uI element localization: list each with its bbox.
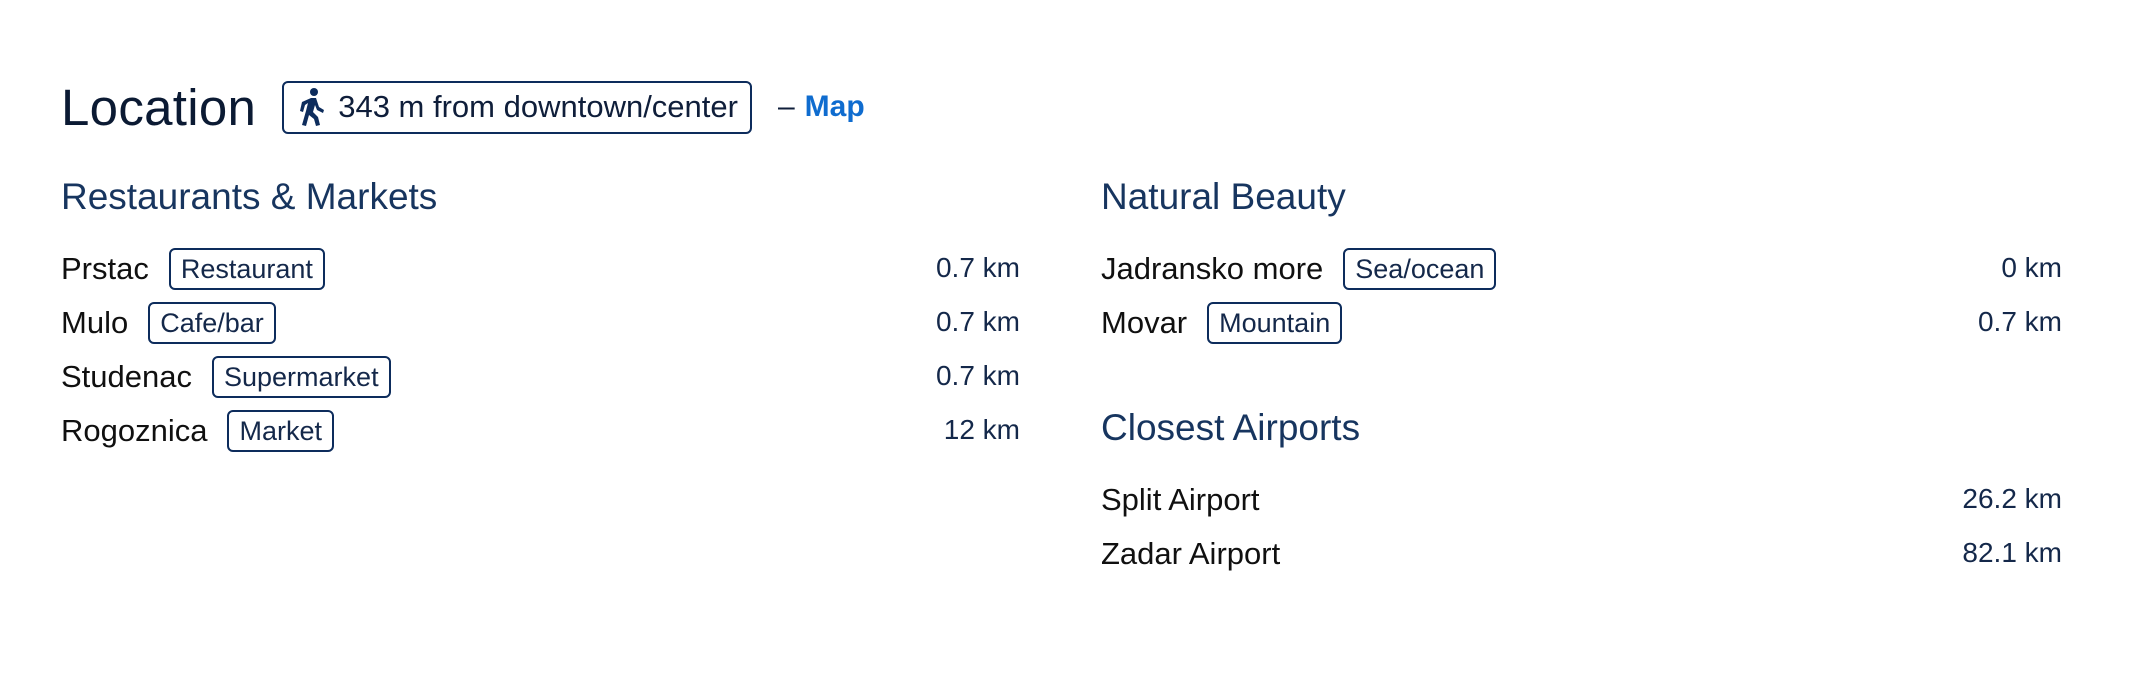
airport-name: Zadar Airport bbox=[1101, 536, 1281, 571]
separator-dash: – bbox=[777, 90, 795, 123]
list-item: Rogoznica Market bbox=[61, 408, 335, 454]
restaurants-section-title: Restaurants & Markets bbox=[61, 176, 438, 217]
walking-person-icon bbox=[300, 88, 325, 126]
location-title: Location bbox=[61, 78, 257, 136]
airports-section-title: Closest Airports bbox=[1101, 407, 1361, 448]
place-distance: 0.7 km bbox=[935, 252, 1020, 283]
place-distance: 0.7 km bbox=[935, 306, 1020, 337]
airport-distance: 26.2 km bbox=[1962, 483, 2062, 514]
airport-distance: 82.1 km bbox=[1962, 537, 2062, 568]
list-item: Mulo Cafe/bar bbox=[61, 300, 276, 346]
place-name: Studenac bbox=[61, 359, 192, 394]
distance-to-center-text: 343 m from downtown/center bbox=[338, 89, 738, 124]
natural-beauty-section-title: Natural Beauty bbox=[1101, 176, 1346, 217]
place-type-tag: Mountain bbox=[1207, 302, 1343, 344]
place-name: Mulo bbox=[61, 305, 129, 340]
distance-to-center-chip: 343 m from downtown/center bbox=[282, 80, 752, 134]
place-name: Rogoznica bbox=[61, 413, 208, 448]
list-item: Movar Mountain bbox=[1101, 300, 1343, 346]
place-name: Jadransko more bbox=[1101, 251, 1324, 286]
airport-name: Split Airport bbox=[1101, 482, 1260, 517]
place-distance: 0.7 km bbox=[1977, 306, 2062, 337]
list-item: Studenac Supermarket bbox=[61, 354, 391, 400]
list-item: Split Airport bbox=[1101, 477, 1260, 523]
place-type-tag: Supermarket bbox=[212, 356, 391, 398]
list-item: Prstac Restaurant bbox=[61, 246, 325, 292]
list-item: Jadransko more Sea/ocean bbox=[1101, 246, 1497, 292]
place-distance: 12 km bbox=[943, 414, 1020, 445]
location-header: Location 343 m from downtown/center – Ma… bbox=[61, 72, 865, 142]
place-distance: 0.7 km bbox=[935, 360, 1020, 391]
map-link[interactable]: Map bbox=[805, 90, 865, 124]
place-type-tag: Market bbox=[227, 410, 335, 452]
list-item: Zadar Airport bbox=[1101, 531, 1280, 577]
place-distance: 0 km bbox=[2001, 252, 2062, 283]
place-type-tag: Restaurant bbox=[168, 248, 325, 290]
place-type-tag: Sea/ocean bbox=[1343, 248, 1497, 290]
place-name: Movar bbox=[1101, 305, 1188, 340]
place-type-tag: Cafe/bar bbox=[148, 302, 276, 344]
place-name: Prstac bbox=[61, 251, 149, 286]
